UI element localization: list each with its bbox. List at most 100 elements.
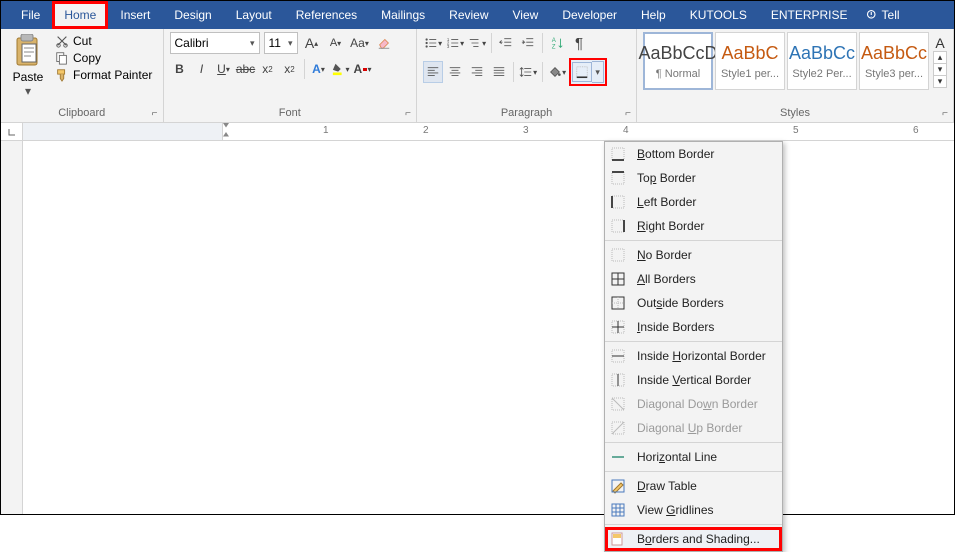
menu-item-all[interactable]: All Borders — [605, 267, 782, 291]
copy-button[interactable]: Copy — [55, 51, 152, 65]
style-2[interactable]: AaBbCcStyle2 Per... — [787, 32, 857, 90]
show-marks-button[interactable]: ¶ — [569, 32, 589, 54]
style-1[interactable]: AaBbCStyle1 per... — [715, 32, 785, 90]
tab-view[interactable]: View — [501, 1, 551, 29]
menu-item-none[interactable]: No Border — [605, 243, 782, 267]
menu-item-outside[interactable]: Outside Borders — [605, 291, 782, 315]
indent-marker-top[interactable] — [223, 123, 229, 129]
tab-mailings[interactable]: Mailings — [369, 1, 437, 29]
menu-item-hline[interactable]: Horizontal Line — [605, 445, 782, 469]
borders-dropdown[interactable]: ▾ — [592, 61, 604, 83]
shrink-font-button[interactable]: A▾ — [326, 32, 346, 54]
paste-dropdown[interactable]: ▾ — [7, 84, 49, 98]
menu-item-bottom[interactable]: Bottom Border — [605, 142, 782, 166]
cut-button[interactable]: Cut — [55, 34, 152, 48]
multilevel-list-button[interactable]: ▾ — [467, 32, 487, 54]
styles-down[interactable]: ▾ — [933, 64, 947, 76]
group-font: Calibri▾ 11▾ A▴ A▾ Aa▾ B I U▾ abc x2 x2 … — [164, 29, 418, 122]
group-label-styles: Styles — [643, 105, 947, 122]
highlight-button[interactable]: ▾ — [331, 58, 351, 80]
paste-icon — [14, 34, 42, 68]
tab-home[interactable]: Home — [52, 1, 108, 29]
svg-text:Z: Z — [552, 43, 556, 50]
menu-item-insideV[interactable]: Inside Vertical Border — [605, 368, 782, 392]
paste-button[interactable]: Paste ▾ — [7, 32, 49, 98]
diagDown-icon — [609, 395, 627, 413]
line-spacing-button[interactable]: ▾ — [518, 61, 538, 83]
group-clipboard: Paste ▾ Cut Copy Format Painter Clipboar… — [1, 29, 164, 122]
font-dialog-launcher[interactable]: ⌐ — [402, 108, 414, 120]
menu-item-inside[interactable]: Inside Borders — [605, 315, 782, 339]
text-effects-button[interactable]: A▾ — [309, 58, 329, 80]
clear-formatting-button[interactable] — [374, 32, 394, 54]
styles-gallery[interactable]: AaBbCcD¶ Normal AaBbCStyle1 per... AaBbC… — [643, 32, 947, 90]
tab-review[interactable]: Review — [437, 1, 500, 29]
menu-item-label: Diagonal Down Border — [637, 397, 774, 411]
numbering-button[interactable]: 123▾ — [445, 32, 465, 54]
tab-enterprise[interactable]: ENTERPRISE — [759, 1, 860, 29]
change-case-button[interactable]: Aa▾ — [350, 32, 370, 54]
sort-button[interactable]: AZ — [547, 32, 567, 54]
tab-design[interactable]: Design — [162, 1, 223, 29]
tab-references[interactable]: References — [284, 1, 369, 29]
ruler-corner[interactable] — [1, 123, 23, 140]
menu-item-label: Borders and Shading... — [637, 532, 774, 546]
vertical-ruler[interactable] — [1, 141, 23, 514]
align-center-icon — [448, 65, 462, 79]
style-normal[interactable]: AaBbCcD¶ Normal — [643, 32, 713, 90]
tab-layout[interactable]: Layout — [224, 1, 284, 29]
menu-item-label: No Border — [637, 248, 774, 262]
styles-up[interactable]: ▴ — [933, 51, 947, 64]
paragraph-dialog-launcher[interactable]: ⌐ — [622, 108, 634, 120]
menu-item-label: Outside Borders — [637, 296, 774, 310]
strikethrough-button[interactable]: abc — [236, 58, 256, 80]
subscript-button[interactable]: x2 — [258, 58, 278, 80]
italic-button[interactable]: I — [192, 58, 212, 80]
tab-file[interactable]: File — [9, 1, 52, 29]
indent-icon — [521, 36, 535, 50]
decrease-indent-button[interactable] — [496, 32, 516, 54]
insideH-icon — [609, 347, 627, 365]
bold-button[interactable]: B — [170, 58, 190, 80]
clipboard-dialog-launcher[interactable]: ⌐ — [149, 108, 161, 120]
menu-item-grid[interactable]: View Gridlines — [605, 498, 782, 522]
superscript-button[interactable]: x2 — [280, 58, 300, 80]
format-painter-button[interactable]: Format Painter — [55, 68, 152, 82]
styles-more[interactable]: ▾ — [933, 76, 947, 88]
grow-font-button[interactable]: A▴ — [302, 32, 322, 54]
document-area[interactable]: Bottom BorderTop Border Left Border Right … — [1, 141, 954, 514]
align-center-button[interactable] — [445, 61, 465, 83]
line-spacing-icon — [519, 65, 533, 79]
menu-item-dialog[interactable]: Borders and Shading... — [605, 527, 782, 551]
borders-split-button[interactable]: ▾ — [569, 58, 607, 86]
font-name-combo[interactable]: Calibri▾ — [170, 32, 260, 54]
increase-indent-button[interactable] — [518, 32, 538, 54]
tell-me[interactable]: Tell — [860, 1, 906, 29]
top-icon — [609, 169, 627, 187]
align-left-button[interactable] — [423, 61, 443, 83]
dialog-icon — [609, 530, 627, 548]
tab-help[interactable]: Help — [629, 1, 678, 29]
underline-button[interactable]: U▾ — [214, 58, 234, 80]
font-color-button[interactable]: A▾ — [353, 58, 373, 80]
menu-item-label: Left Border — [637, 195, 774, 209]
ruler: 1 2 3 4 5 6 — [1, 123, 954, 141]
menu-item-right[interactable]: Right Border — [605, 214, 782, 238]
shading-button[interactable]: ▾ — [547, 61, 567, 83]
tab-insert[interactable]: Insert — [108, 1, 162, 29]
menu-item-left[interactable]: Left Border — [605, 190, 782, 214]
bullets-button[interactable]: ▾ — [423, 32, 443, 54]
menu-item-top[interactable]: Top Border — [605, 166, 782, 190]
font-size-combo[interactable]: 11▾ — [264, 32, 298, 54]
align-right-button[interactable] — [467, 61, 487, 83]
tab-kutools[interactable]: KUTOOLS — [678, 1, 759, 29]
tab-developer[interactable]: Developer — [550, 1, 629, 29]
styles-dialog-launcher[interactable]: ⌐ — [939, 108, 951, 120]
indent-marker-bottom[interactable] — [223, 132, 229, 138]
style-3[interactable]: AaBbCcStyle3 per... — [859, 32, 929, 90]
bucket-icon — [548, 65, 562, 79]
menu-item-draw[interactable]: Draw Table — [605, 474, 782, 498]
justify-button[interactable] — [489, 61, 509, 83]
hline-icon — [609, 448, 627, 466]
menu-item-insideH[interactable]: Inside Horizontal Border — [605, 344, 782, 368]
